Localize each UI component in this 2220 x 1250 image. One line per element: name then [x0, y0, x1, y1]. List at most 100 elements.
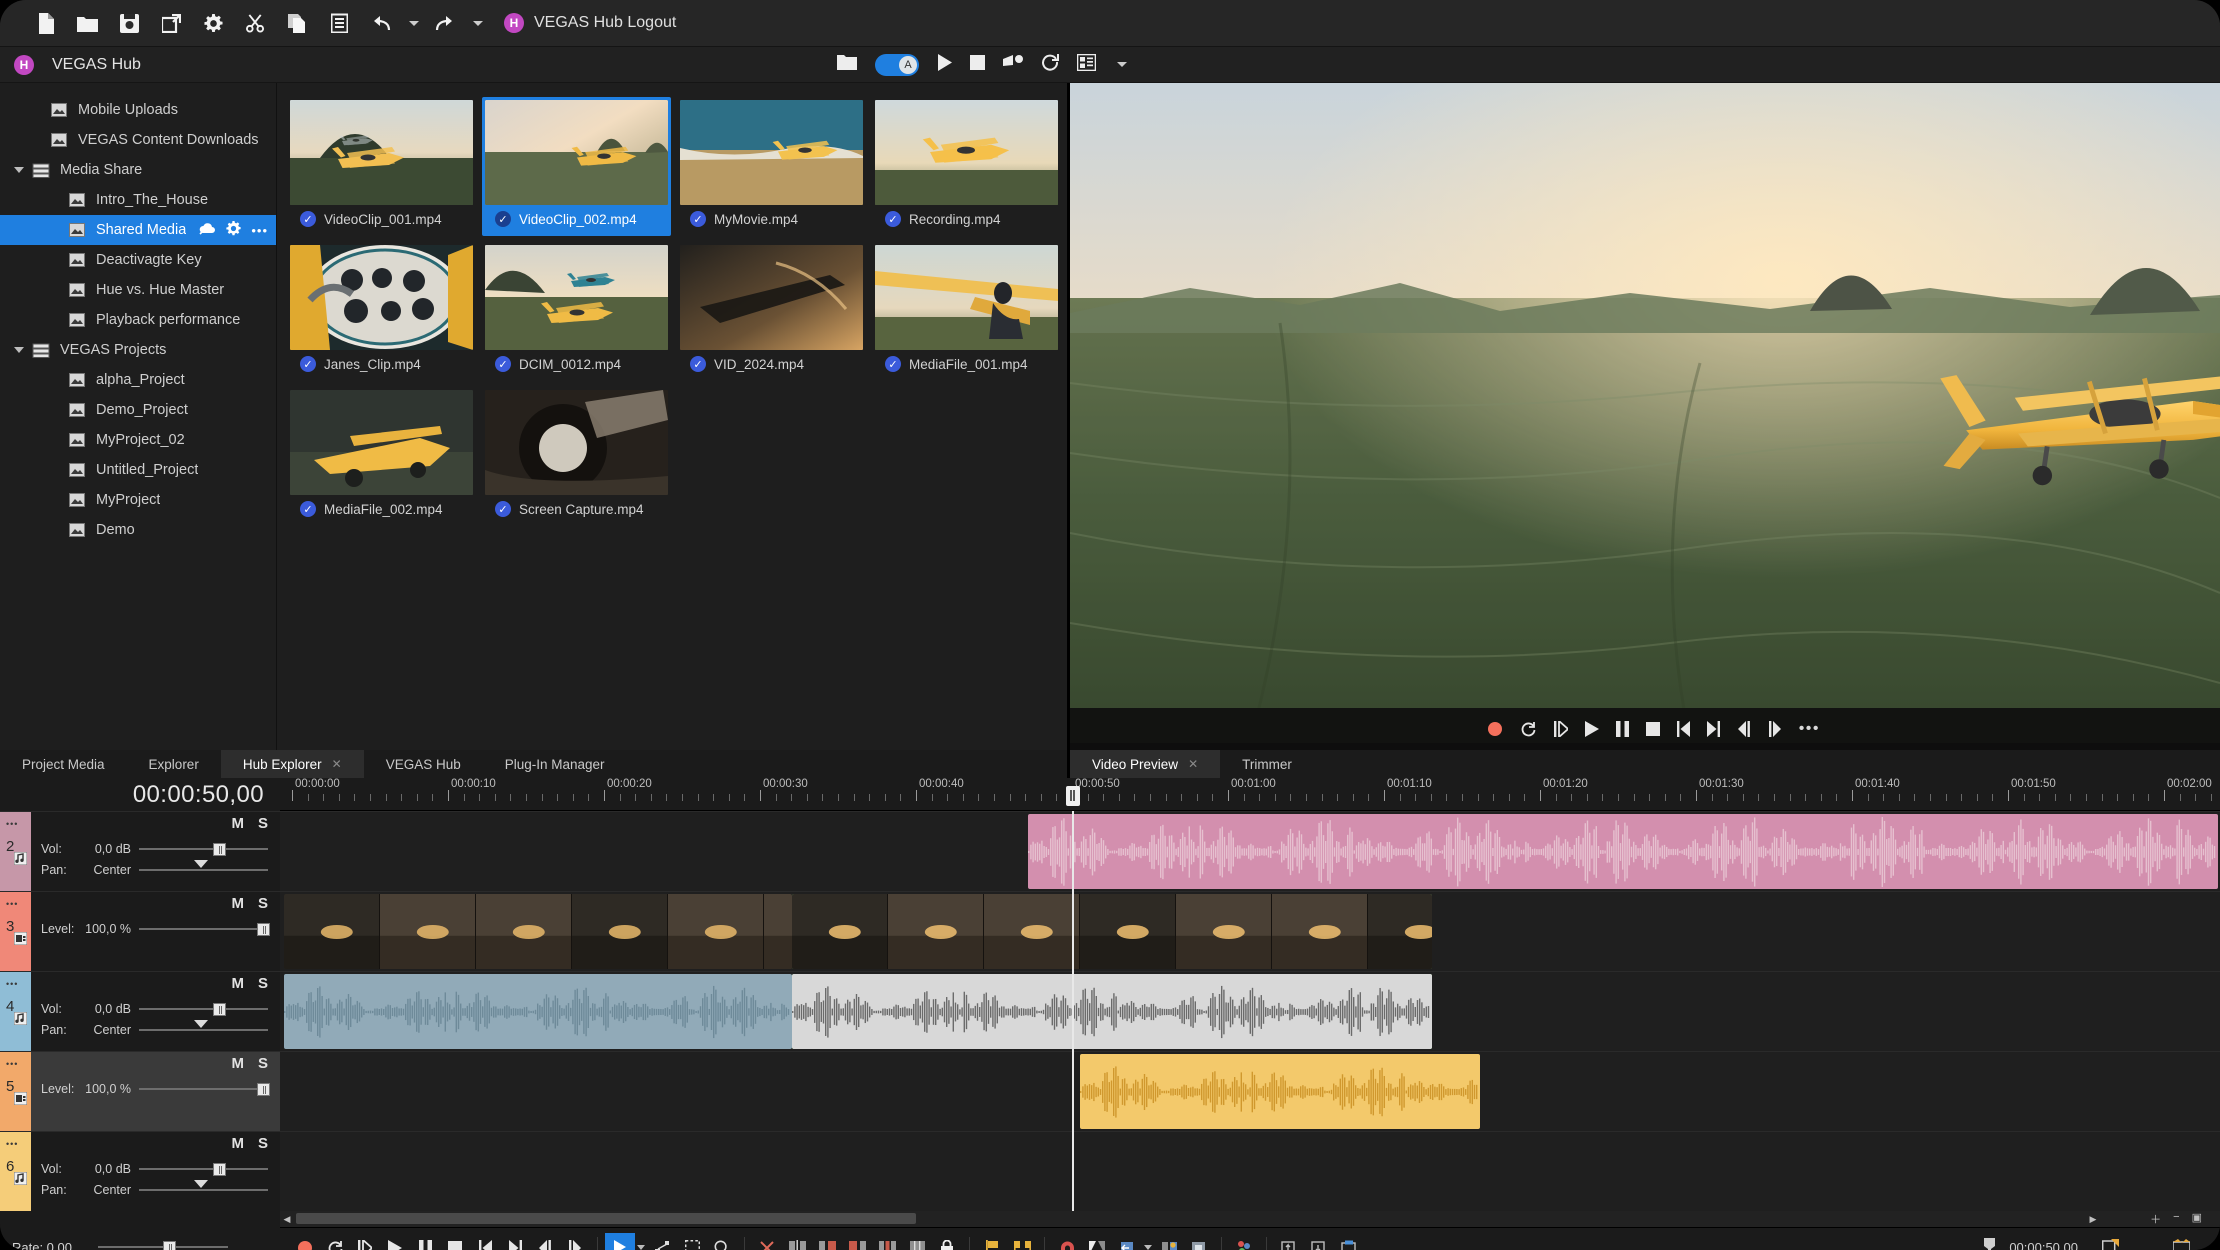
new-file-icon[interactable]	[28, 6, 62, 40]
auto-toggle[interactable]	[875, 53, 919, 76]
edit-tool-caret[interactable]	[635, 1233, 647, 1250]
thumbnail-image[interactable]	[875, 100, 1058, 205]
thumbnail-image[interactable]	[875, 245, 1058, 350]
play-icon[interactable]	[380, 1233, 410, 1250]
control-slider[interactable]	[139, 1162, 268, 1176]
status-timecode[interactable]: 00:00:50,00	[2009, 1240, 2078, 1250]
more-icon[interactable]: •••	[1799, 720, 1820, 738]
external-link-icon[interactable]	[154, 6, 188, 40]
mute-button[interactable]: M	[231, 895, 244, 912]
stop-icon[interactable]	[1645, 722, 1660, 736]
media-thumbnail[interactable]: ✓ MediaFile_002.mp4	[287, 387, 476, 526]
tree-item-vegas-projects[interactable]: VEGAS Projects	[0, 335, 276, 365]
trim-icon[interactable]	[812, 1233, 842, 1250]
checked-badge-icon[interactable]: ✓	[885, 211, 901, 227]
track-header-2[interactable]: ••• 2 M S Vol: 0,0 dB Pan: Center	[0, 811, 280, 891]
prev-frame-icon[interactable]	[1676, 721, 1690, 737]
pause-icon[interactable]	[1615, 721, 1629, 737]
gear-icon[interactable]	[226, 220, 241, 240]
record-icon[interactable]	[1487, 721, 1503, 737]
track-header-6[interactable]: ••• 6 M S Vol: 0,0 dB Pan: Center	[0, 1131, 280, 1211]
crossfade-icon[interactable]	[842, 1233, 872, 1250]
scroll-left-icon[interactable]: ◀	[280, 1212, 294, 1226]
tree-item-deactivagte-key[interactable]: Deactivagte Key	[0, 245, 276, 275]
track-control-row[interactable]: Pan: Center	[41, 1019, 272, 1040]
control-slider[interactable]	[139, 1082, 270, 1096]
media-thumbnail[interactable]: ✓ MyMovie.mp4	[677, 97, 866, 236]
tree-item-mobile-uploads[interactable]: Mobile Uploads	[0, 95, 276, 125]
tree-item-alpha-project[interactable]: alpha_Project	[0, 365, 276, 395]
timeline-clip[interactable]	[792, 974, 1432, 1049]
cloud-upload-icon[interactable]	[199, 222, 216, 239]
split-icon[interactable]	[782, 1233, 812, 1250]
track-color-strip[interactable]: ••• 2	[0, 812, 31, 891]
media-thumbnail[interactable]: ✓ DCIM_0012.mp4	[482, 242, 671, 381]
track-more-icon[interactable]: •••	[6, 1059, 18, 1069]
thumbnail-image[interactable]	[680, 100, 863, 205]
step-back-icon[interactable]	[1737, 721, 1751, 737]
tab-plug-in-manager[interactable]: Plug-In Manager	[483, 750, 627, 778]
checked-badge-icon[interactable]: ✓	[300, 356, 316, 372]
timeline-clip[interactable]	[284, 974, 792, 1049]
media-thumbnail[interactable]: ✓ MediaFile_001.mp4	[872, 242, 1061, 381]
step-back-icon[interactable]	[530, 1233, 560, 1250]
redo-caret-icon[interactable]	[470, 6, 486, 40]
track-color-strip[interactable]: ••• 4	[0, 972, 31, 1051]
track-more-icon[interactable]: •••	[6, 1139, 18, 1149]
checked-badge-icon[interactable]: ✓	[300, 501, 316, 517]
track-control-row[interactable]: Vol: 0,0 dB	[41, 998, 272, 1019]
scroll-right-icon[interactable]: ▶	[2086, 1212, 2100, 1226]
timeline-track-row[interactable]	[280, 971, 2220, 1051]
track-header-5[interactable]: ••• 5 M S Level: 100,0 %	[0, 1051, 280, 1131]
tree-item-myproject[interactable]: MyProject	[0, 485, 276, 515]
rate-slider[interactable]	[98, 1240, 228, 1250]
checked-badge-icon[interactable]: ✓	[495, 356, 511, 372]
slip-icon[interactable]	[902, 1233, 932, 1250]
stop-icon[interactable]	[440, 1233, 470, 1250]
mute-button[interactable]: M	[231, 1135, 244, 1152]
thumbnail-image[interactable]	[485, 245, 668, 350]
mute-button[interactable]: M	[231, 815, 244, 832]
thumbnail-image[interactable]	[485, 390, 668, 495]
next-frame-icon[interactable]	[1706, 721, 1720, 737]
marker-flag-icon[interactable]	[977, 1233, 1007, 1250]
thumbnail-image[interactable]	[483, 98, 670, 207]
timeline-clip[interactable]	[1080, 1054, 1480, 1129]
play-from-start-icon[interactable]	[1553, 721, 1568, 737]
move-down-icon[interactable]	[1304, 1233, 1334, 1250]
folder-icon[interactable]	[837, 54, 857, 75]
timeline-clip[interactable]	[792, 894, 1432, 969]
rate-control[interactable]: Rate: 0,00	[12, 1232, 280, 1250]
playhead-cursor[interactable]	[1072, 811, 1074, 1211]
play-icon[interactable]	[1584, 721, 1599, 737]
insert-envelope-icon[interactable]	[1112, 1233, 1142, 1250]
tree-item-demo-project[interactable]: Demo_Project	[0, 395, 276, 425]
tree-item-shared-media[interactable]: Shared Media •••	[0, 215, 276, 245]
hub-logout-label[interactable]: VEGAS Hub Logout	[534, 14, 676, 32]
thumbnail-image[interactable]	[290, 390, 473, 495]
tab-explorer[interactable]: Explorer	[127, 750, 221, 778]
track-color-strip[interactable]: ••• 5	[0, 1052, 31, 1131]
auto-ripple-icon[interactable]	[1154, 1233, 1184, 1250]
share-icon[interactable]	[1003, 54, 1023, 76]
envelope-tool-icon[interactable]	[647, 1233, 677, 1250]
control-slider[interactable]	[139, 1019, 268, 1037]
save-icon[interactable]	[112, 6, 146, 40]
gear-icon[interactable]	[196, 6, 230, 40]
thumbnail-image[interactable]	[290, 245, 473, 350]
stop-icon[interactable]	[970, 54, 985, 75]
solo-button[interactable]: S	[258, 1055, 268, 1072]
undo-caret-icon[interactable]	[406, 6, 422, 40]
tree-item-demo[interactable]: Demo	[0, 515, 276, 545]
tree-item-media-share[interactable]: Media Share	[0, 155, 276, 185]
track-color-strip[interactable]: ••• 6	[0, 1132, 31, 1211]
timeline-hscrollbar[interactable]: ◀ ▶ ＋ − ▣	[280, 1211, 2220, 1227]
solo-button[interactable]: S	[258, 895, 268, 912]
expander-arrow-icon[interactable]	[8, 347, 30, 353]
tree-item-vegas-content-downloads[interactable]: VEGAS Content Downloads	[0, 125, 276, 155]
zoom-fit-icon[interactable]: ▣	[2192, 1211, 2202, 1227]
track-header-3[interactable]: ••• 3 M S Level: 100,0 %	[0, 891, 280, 971]
tree-item-untitled-project[interactable]: Untitled_Project	[0, 455, 276, 485]
copy-icon[interactable]	[280, 6, 314, 40]
solo-button[interactable]: S	[258, 975, 268, 992]
